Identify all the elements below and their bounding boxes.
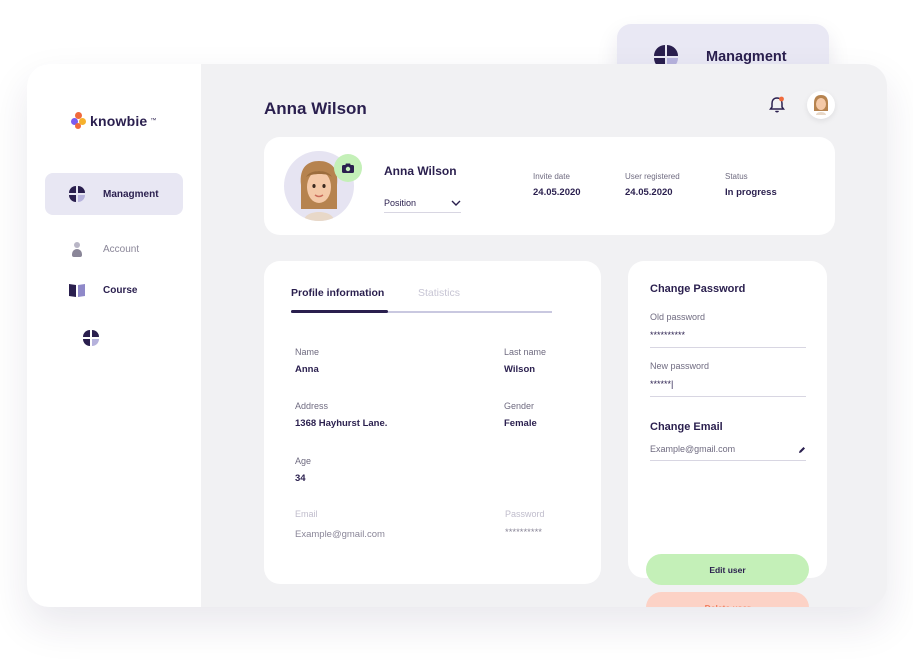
invite-date: Invite date 24.05.2020 xyxy=(533,172,581,198)
new-password-field[interactable]: New password ******| xyxy=(650,361,806,397)
field-label: Email xyxy=(295,509,318,519)
old-password-label: Old password xyxy=(650,312,706,322)
tab-profile-information[interactable]: Profile information xyxy=(291,287,384,299)
meta-value: 24.05.2020 xyxy=(625,187,673,198)
sidebar: knowbie ™ Managment Account Course xyxy=(27,64,201,607)
status-value: In progress xyxy=(725,187,777,198)
edit-user-button[interactable]: Edit user xyxy=(646,554,809,585)
field-value: Anna xyxy=(295,364,319,375)
tab-statistics[interactable]: Statistics xyxy=(418,287,460,299)
email-field[interactable]: Example@gmail.com xyxy=(650,444,806,461)
knowbie-logo-icon xyxy=(71,112,87,130)
field-label: Password xyxy=(505,509,545,519)
app-window: knowbie ™ Managment Account Course Anna … xyxy=(27,64,887,607)
book-icon xyxy=(69,282,85,298)
sidebar-item-label: Account xyxy=(103,243,140,255)
status: Status In progress xyxy=(725,172,777,198)
field-age: Age 34 xyxy=(295,456,311,484)
meta-value: 24.05.2020 xyxy=(533,187,581,198)
profile-name: Anna Wilson xyxy=(384,164,457,178)
tab-active-indicator xyxy=(291,310,388,313)
user-icon xyxy=(69,241,85,257)
position-dropdown-label: Position xyxy=(384,197,417,208)
chevron-down-icon xyxy=(451,200,461,206)
user-avatar[interactable] xyxy=(807,91,835,119)
email-input[interactable]: Example@gmail.com xyxy=(650,444,735,454)
field-label: Age xyxy=(295,456,312,466)
old-password-input[interactable]: ********** xyxy=(650,330,806,344)
camera-icon xyxy=(342,163,354,173)
sidebar-item-account[interactable]: Account xyxy=(45,228,183,270)
field-value: ********** xyxy=(505,527,542,538)
notification-bell-icon[interactable] xyxy=(769,96,785,114)
brand-logo[interactable]: knowbie ™ xyxy=(71,112,156,130)
field-value: Example@gmail.com xyxy=(295,529,385,540)
brand-name: knowbie xyxy=(90,113,148,129)
field-value: 34 xyxy=(295,473,306,484)
sidebar-item-managment[interactable]: Managment xyxy=(45,173,183,215)
change-photo-button[interactable] xyxy=(334,154,362,182)
field-label: Gender xyxy=(504,401,535,411)
change-email-title: Change Email xyxy=(650,421,723,433)
change-password-card: Change Password Old password ********** … xyxy=(628,261,827,607)
sidebar-item-label: Managment xyxy=(103,188,159,200)
field-address: Address 1368 Hayhurst Lane. xyxy=(295,401,387,429)
grid-quad-icon[interactable] xyxy=(83,330,99,346)
new-password-label: New password xyxy=(650,361,710,371)
brand-trademark: ™ xyxy=(150,118,157,124)
field-password: Password ********** xyxy=(505,509,545,538)
sidebar-item-label: Course xyxy=(103,284,138,296)
profile-header-card: Anna Wilson Position Invite date 24.05.2… xyxy=(264,137,835,235)
sidebar-item-course[interactable]: Course xyxy=(45,269,183,311)
meta-label: User registered xyxy=(625,172,680,181)
field-gender: Gender Female xyxy=(504,401,537,429)
field-value: 1368 Hayhurst Lane. xyxy=(295,418,388,429)
delete-user-button[interactable]: Delete user xyxy=(646,592,809,607)
floating-badge-label: Managment xyxy=(706,49,787,65)
field-last-name: Last name Wilson xyxy=(504,347,546,375)
grid-quad-icon xyxy=(69,186,85,202)
profile-information-card: Profile information Statistics Name Anna… xyxy=(264,261,601,584)
meta-label: Invite date xyxy=(533,172,570,181)
field-label: Last name xyxy=(504,347,547,357)
old-password-field[interactable]: Old password ********** xyxy=(650,312,806,348)
page-title: Anna Wilson xyxy=(264,99,367,118)
field-value: Female xyxy=(504,418,537,429)
pencil-icon[interactable] xyxy=(798,446,806,454)
field-label: Name xyxy=(295,347,320,357)
user-registered: User registered 24.05.2020 xyxy=(625,172,680,198)
field-label: Address xyxy=(295,401,329,411)
field-name: Name Anna xyxy=(295,347,319,375)
meta-label: Status xyxy=(725,172,748,181)
change-password-title: Change Password xyxy=(650,283,746,295)
field-email: Email Example@gmail.com xyxy=(295,509,385,540)
new-password-input[interactable]: ******| xyxy=(650,379,806,393)
field-value: Wilson xyxy=(504,364,536,375)
position-dropdown[interactable]: Position xyxy=(384,193,461,213)
